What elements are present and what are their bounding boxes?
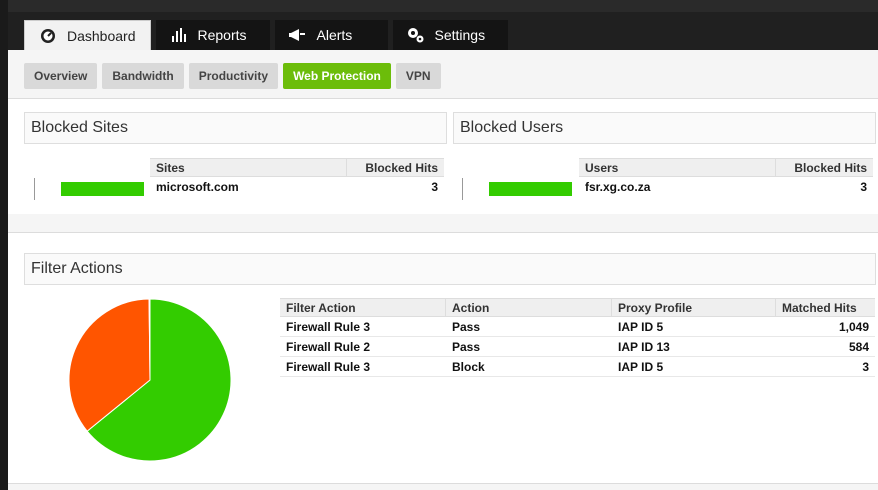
bar-chart-icon [170, 27, 188, 43]
matched-hits-cell: 584 [848, 339, 869, 354]
table-header: Users Blocked Hits [579, 158, 873, 177]
filter-actions-header: Filter Actions [24, 253, 876, 285]
blocked-users-title: Blocked Users [460, 119, 564, 136]
subtab-overview[interactable]: Overview [24, 63, 98, 89]
blocked-hits: 3 [431, 180, 438, 194]
megaphone-icon [288, 27, 307, 43]
bar-axis [462, 178, 463, 200]
matched-hits-cell: 1,049 [838, 319, 869, 334]
divider [8, 483, 878, 484]
table-header: Sites Blocked Hits [150, 158, 444, 177]
proxy-profile-cell: IAP ID 13 [618, 339, 670, 354]
blocked-users-header: Blocked Users [453, 112, 876, 144]
column-header[interactable]: Proxy Profile [612, 298, 776, 317]
blocked-sites-bar [61, 182, 144, 196]
action-cell: Block [452, 359, 485, 374]
column-header[interactable]: Filter Action [280, 298, 446, 317]
bar-axis [34, 178, 35, 200]
site-name: microsoft.com [156, 180, 239, 194]
tab-settings[interactable]: Settings [392, 20, 508, 50]
table-row[interactable]: microsoft.com 3 [150, 177, 444, 197]
sub-navigation: Overview Bandwidth Productivity Web Prot… [24, 63, 446, 89]
column-header[interactable]: Matched Hits [776, 298, 875, 317]
subtab-web-protection[interactable]: Web Protection [283, 63, 391, 89]
left-edge [0, 0, 8, 490]
blocked-sites-header: Blocked Sites [24, 112, 447, 144]
table-row[interactable]: fsr.xg.co.za 3 [579, 177, 873, 197]
main-tabs: Dashboard Reports Alerts Settings [24, 20, 513, 50]
tab-dashboard[interactable]: Dashboard [24, 20, 151, 50]
filter-action-cell: Firewall Rule 3 [286, 359, 371, 374]
column-header[interactable]: Users [579, 158, 776, 177]
filter-action-cell: Firewall Rule 2 [286, 339, 371, 354]
table-row[interactable]: Firewall Rule 3 Pass IAP ID 5 1,049 [280, 317, 875, 337]
filter-actions-title: Filter Actions [31, 260, 123, 277]
action-cell: Pass [452, 319, 481, 334]
tab-label: Alerts [316, 27, 353, 43]
tab-label: Reports [197, 27, 247, 43]
filter-actions-table: Filter Action Action Proxy Profile Match… [280, 298, 875, 377]
tab-alerts[interactable]: Alerts [274, 20, 388, 50]
subtab-bandwidth[interactable]: Bandwidth [102, 63, 184, 89]
table-row[interactable]: Firewall Rule 3 Block IAP ID 5 3 [280, 357, 875, 377]
proxy-profile-cell: IAP ID 5 [618, 359, 664, 374]
matched-hits-cell: 3 [862, 359, 869, 374]
column-header[interactable]: Blocked Hits [776, 158, 873, 177]
column-header[interactable]: Action [446, 298, 612, 317]
subtab-productivity[interactable]: Productivity [188, 63, 279, 89]
filter-actions-pie-chart [68, 298, 232, 462]
tab-reports[interactable]: Reports [155, 20, 270, 50]
blocked-sites-table: Sites Blocked Hits microsoft.com 3 [150, 158, 444, 197]
column-header[interactable]: Sites [150, 158, 347, 177]
proxy-profile-cell: IAP ID 5 [618, 319, 664, 334]
dashboard-gauge-icon [39, 28, 57, 44]
browser-strip [8, 0, 878, 12]
filter-action-cell: Firewall Rule 3 [286, 319, 371, 334]
user-name: fsr.xg.co.za [585, 180, 651, 194]
blocked-hits: 3 [860, 180, 867, 194]
tab-label: Settings [434, 27, 486, 43]
gears-icon [407, 27, 425, 43]
blocked-users-bar [489, 182, 572, 196]
table-header: Filter Action Action Proxy Profile Match… [280, 298, 875, 317]
tab-label: Dashboard [67, 27, 136, 44]
table-row[interactable]: Firewall Rule 2 Pass IAP ID 13 584 [280, 337, 875, 357]
blocked-sites-title: Blocked Sites [31, 119, 128, 136]
blocked-users-table: Users Blocked Hits fsr.xg.co.za 3 [579, 158, 873, 197]
subtab-vpn[interactable]: VPN [395, 63, 441, 89]
column-header[interactable]: Blocked Hits [347, 158, 444, 177]
action-cell: Pass [452, 339, 481, 354]
